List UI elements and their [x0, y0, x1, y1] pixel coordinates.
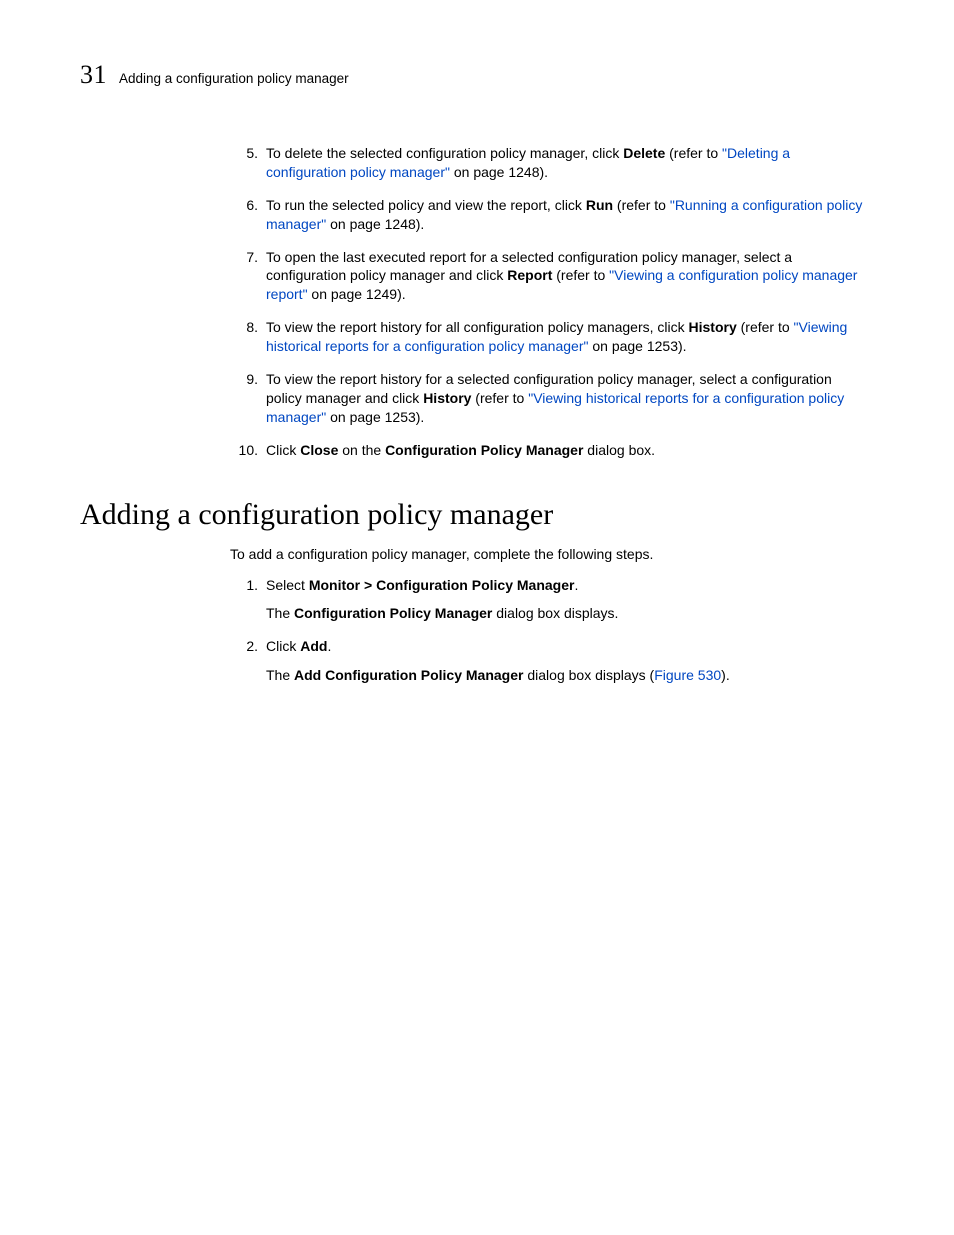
text: .	[574, 577, 578, 593]
step-9: 9. To view the report history for a sele…	[230, 370, 864, 427]
text: (refer to	[665, 145, 722, 161]
ui-label-dialog: Configuration Policy Manager	[385, 442, 583, 458]
text: To delete the selected configuration pol…	[266, 145, 623, 161]
step-number: 7.	[230, 248, 266, 305]
text: The	[266, 605, 294, 621]
text: dialog box displays (	[523, 667, 654, 683]
text: .	[327, 638, 331, 654]
menu-path: Monitor > Configuration Policy Manager	[309, 577, 575, 593]
text: To run the selected policy and view the …	[266, 197, 586, 213]
text: on page 1253).	[588, 338, 686, 354]
step-7: 7. To open the last executed report for …	[230, 248, 864, 305]
text: ).	[721, 667, 730, 683]
text: To view the report history for all confi…	[266, 319, 689, 335]
figure-link[interactable]: Figure 530	[654, 667, 721, 683]
ui-label-close: Close	[300, 442, 338, 458]
ui-label-dialog: Configuration Policy Manager	[294, 605, 492, 621]
step-number: 5.	[230, 144, 266, 182]
ui-label-history: History	[423, 390, 471, 406]
ui-label-report: Report	[507, 267, 552, 283]
step-number: 9.	[230, 370, 266, 427]
text: The	[266, 667, 294, 683]
chapter-number: 31	[80, 60, 107, 90]
ui-label-dialog: Add Configuration Policy Manager	[294, 667, 523, 683]
step-8: 8. To view the report history for all co…	[230, 318, 864, 356]
ui-label-add: Add	[300, 638, 327, 654]
section-heading: Adding a configuration policy manager	[80, 498, 874, 532]
ui-label-run: Run	[586, 197, 613, 213]
text: on page 1248).	[326, 216, 424, 232]
step-number: 8.	[230, 318, 266, 356]
step-number: 10.	[230, 441, 266, 460]
text: Click	[266, 442, 300, 458]
running-title: Adding a configuration policy manager	[119, 71, 349, 86]
text: on page 1248).	[450, 164, 548, 180]
step-6: 6. To run the selected policy and view t…	[230, 196, 864, 234]
add-steps-list: 1. Select Monitor > Configuration Policy…	[230, 576, 864, 686]
ui-label-delete: Delete	[623, 145, 665, 161]
top-step-list: 5. To delete the selected configuration …	[230, 144, 864, 460]
add-step-2: 2. Click Add. The Add Configuration Poli…	[230, 637, 864, 685]
step-number: 2.	[230, 637, 266, 685]
result-text: The Add Configuration Policy Manager dia…	[266, 666, 864, 685]
text: on page 1249).	[308, 286, 406, 302]
result-text: The Configuration Policy Manager dialog …	[266, 604, 864, 623]
text: on the	[338, 442, 385, 458]
text: Select	[266, 577, 309, 593]
step-number: 6.	[230, 196, 266, 234]
running-header: 31 Adding a configuration policy manager	[80, 60, 874, 90]
text: (refer to	[471, 390, 528, 406]
step-number: 1.	[230, 576, 266, 624]
text: (refer to	[613, 197, 670, 213]
text: Click	[266, 638, 300, 654]
add-step-1: 1. Select Monitor > Configuration Policy…	[230, 576, 864, 624]
step-5: 5. To delete the selected configuration …	[230, 144, 864, 182]
ui-label-history: History	[689, 319, 737, 335]
page: 31 Adding a configuration policy manager…	[0, 0, 954, 1235]
text: dialog box.	[583, 442, 655, 458]
text: (refer to	[737, 319, 794, 335]
text: on page 1253).	[326, 409, 424, 425]
step-10: 10. Click Close on the Configuration Pol…	[230, 441, 864, 460]
text: (refer to	[552, 267, 609, 283]
section-intro: To add a configuration policy manager, c…	[230, 546, 864, 562]
text: dialog box displays.	[492, 605, 618, 621]
